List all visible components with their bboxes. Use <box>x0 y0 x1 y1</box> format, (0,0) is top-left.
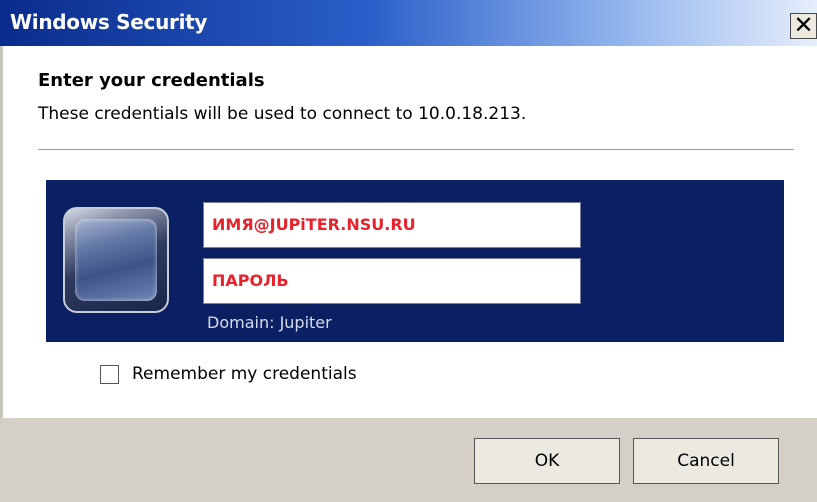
close-icon: ✕ <box>793 11 814 39</box>
divider <box>38 149 794 150</box>
dialog-heading: Enter your credentials <box>38 70 265 91</box>
user-tile-icon <box>63 207 169 313</box>
remember-label[interactable]: Remember my credentials <box>132 364 357 384</box>
window-title: Windows Security <box>10 10 208 34</box>
title-bar[interactable]: Windows Security <box>0 0 817 46</box>
windows-security-dialog: Windows Security ✕ Enter your credential… <box>0 0 817 502</box>
remember-checkbox[interactable] <box>100 365 119 384</box>
cancel-button[interactable]: Cancel <box>633 438 779 484</box>
user-tile-glass <box>75 219 157 301</box>
domain-label: Domain: Jupiter <box>207 313 332 332</box>
close-button[interactable]: ✕ <box>790 13 817 39</box>
ok-button[interactable]: OK <box>474 438 620 484</box>
username-field[interactable]: ИМЯ@JUPiTER.NSU.RU <box>203 202 581 248</box>
password-field[interactable]: ПАРОЛЬ <box>203 258 581 304</box>
dialog-subheading: These credentials will be used to connec… <box>38 104 527 124</box>
